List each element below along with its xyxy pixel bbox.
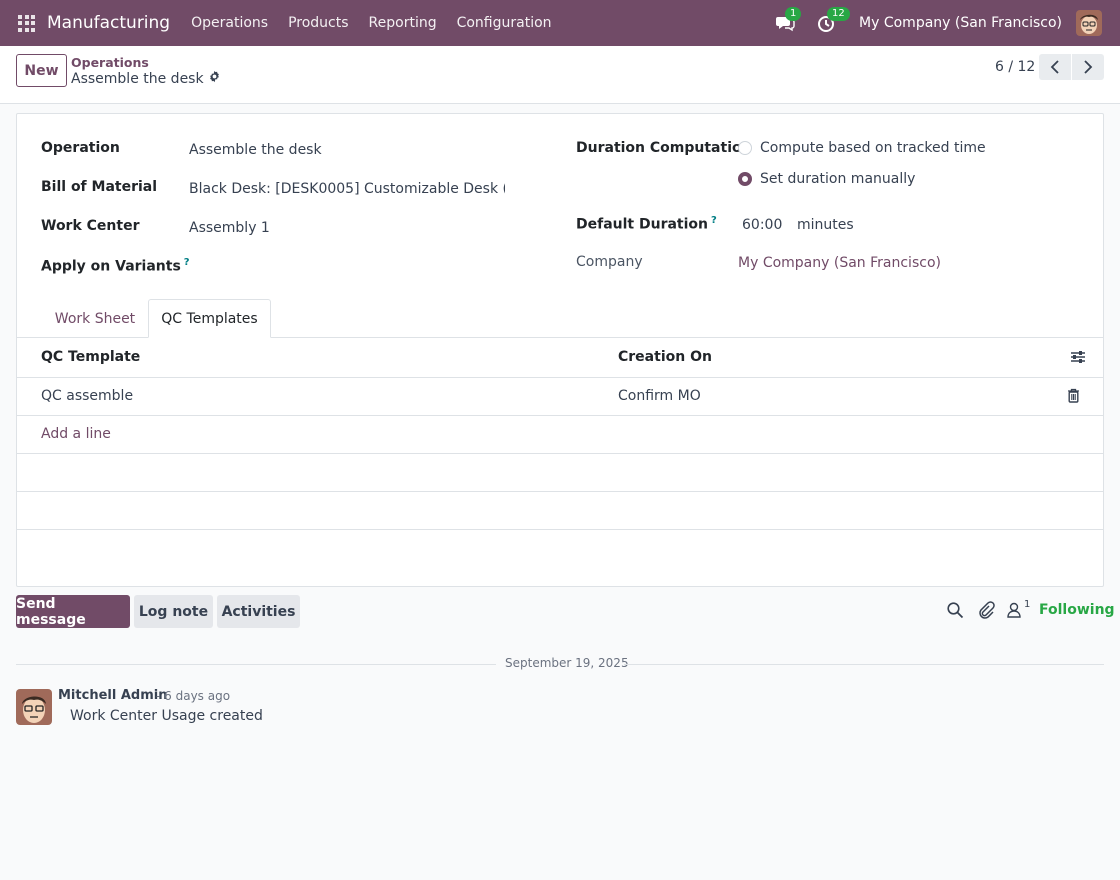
table-row-divider xyxy=(17,529,1103,530)
user-avatar[interactable] xyxy=(1076,10,1102,36)
record-title: Assemble the desk xyxy=(71,70,204,87)
message-timestamp: - 6 days ago xyxy=(156,689,231,703)
activities-count-badge: 12 xyxy=(827,7,850,21)
table-row-divider xyxy=(17,453,1103,454)
optional-columns-toggle-icon[interactable] xyxy=(1070,349,1086,369)
column-header-qc-template[interactable]: QC Template xyxy=(41,349,140,365)
gear-icon[interactable] xyxy=(208,70,221,87)
add-line-link[interactable]: Add a line xyxy=(41,426,111,442)
following-button[interactable]: Following xyxy=(1039,602,1115,618)
tab-work-sheet[interactable]: Work Sheet xyxy=(42,299,148,338)
radio-compute-tracked[interactable]: Compute based on tracked time xyxy=(738,140,986,156)
column-header-creation-on[interactable]: Creation On xyxy=(618,349,712,365)
apps-menu-icon[interactable] xyxy=(18,14,35,32)
menu-reporting[interactable]: Reporting xyxy=(369,15,437,31)
radio-set-manually[interactable]: Set duration manually xyxy=(738,171,915,187)
operation-label: Operation xyxy=(41,140,120,156)
message-body: Work Center Usage created xyxy=(70,708,263,724)
pager-previous-button[interactable] xyxy=(1039,54,1071,80)
operation-field[interactable]: Assemble the desk xyxy=(189,142,509,158)
message-author-avatar[interactable] xyxy=(16,689,52,725)
workcenter-label: Work Center xyxy=(41,218,140,234)
variants-label-text: Apply on Variants xyxy=(41,258,181,275)
main-menu: Operations Products Reporting Configurat… xyxy=(191,15,571,31)
paperclip-icon[interactable] xyxy=(977,601,997,621)
trash-icon[interactable] xyxy=(1067,388,1080,407)
default-duration-label: Default Duration? xyxy=(576,215,717,233)
followers-count: 1 xyxy=(1024,599,1031,610)
followers-user-icon[interactable] xyxy=(1006,601,1026,621)
messages-count-badge: 1 xyxy=(785,7,802,21)
search-icon[interactable] xyxy=(946,601,966,621)
menu-configuration[interactable]: Configuration xyxy=(457,15,552,31)
radio-checked-icon xyxy=(738,172,752,186)
company-field[interactable]: My Company (San Francisco) xyxy=(738,255,941,271)
activities-button[interactable]: Activities xyxy=(217,595,300,628)
date-separator-line xyxy=(624,664,1104,665)
log-note-button[interactable]: Log note xyxy=(134,595,213,628)
date-separator-line xyxy=(16,664,496,665)
control-panel: New Operations Assemble the desk 6 / 12 xyxy=(0,46,1120,104)
bom-label: Bill of Material xyxy=(41,179,158,195)
default-duration-input[interactable]: 60:00 xyxy=(742,217,782,233)
company-switcher[interactable]: My Company (San Francisco) xyxy=(859,15,1062,31)
messaging-icon[interactable]: 1 xyxy=(775,7,802,33)
duration-computation-label: Duration Computation xyxy=(576,140,752,156)
pager-next-button[interactable] xyxy=(1072,54,1104,80)
row-qc-template[interactable]: QC assemble xyxy=(41,388,133,404)
radio-unchecked-icon xyxy=(738,141,752,155)
chevron-left-icon xyxy=(1050,60,1059,74)
activities-clock-icon[interactable]: 12 xyxy=(817,7,850,33)
radio-label-tracked: Compute based on tracked time xyxy=(760,140,986,156)
table-row-divider xyxy=(17,415,1103,416)
message-author[interactable]: Mitchell Admin xyxy=(58,688,167,703)
tab-qc-templates[interactable]: QC Templates xyxy=(148,299,271,338)
new-button[interactable]: New xyxy=(16,54,67,87)
menu-products[interactable]: Products xyxy=(288,15,348,31)
default-duration-unit: minutes xyxy=(797,217,854,233)
variants-label: Apply on Variants? xyxy=(41,257,190,275)
variants-field[interactable] xyxy=(189,259,509,279)
row-creation-on[interactable]: Confirm MO xyxy=(618,388,701,404)
help-tooltip-icon[interactable]: ? xyxy=(711,215,717,226)
breadcrumb-current: Assemble the desk xyxy=(71,70,221,87)
table-row-divider xyxy=(17,491,1103,492)
radio-label-manual: Set duration manually xyxy=(760,171,916,187)
workcenter-field[interactable]: Assembly 1 xyxy=(189,220,509,236)
pager-value[interactable]: 6 / 12 xyxy=(995,59,1035,75)
menu-operations[interactable]: Operations xyxy=(191,15,268,31)
date-separator: September 19, 2025 xyxy=(505,656,629,670)
table-header-divider xyxy=(17,377,1103,378)
form-sheet: Operation Assemble the desk Bill of Mate… xyxy=(16,113,1104,587)
breadcrumb-operations[interactable]: Operations xyxy=(71,55,149,70)
send-message-button[interactable]: Send message xyxy=(16,595,130,628)
company-label: Company xyxy=(576,254,643,270)
default-duration-label-text: Default Duration xyxy=(576,216,709,233)
top-navbar: Manufacturing Operations Products Report… xyxy=(0,0,1120,46)
chevron-right-icon xyxy=(1084,60,1093,74)
app-name[interactable]: Manufacturing xyxy=(47,13,170,33)
bom-field[interactable]: Black Desk: [DESK0005] Customizable Desk… xyxy=(189,181,505,197)
